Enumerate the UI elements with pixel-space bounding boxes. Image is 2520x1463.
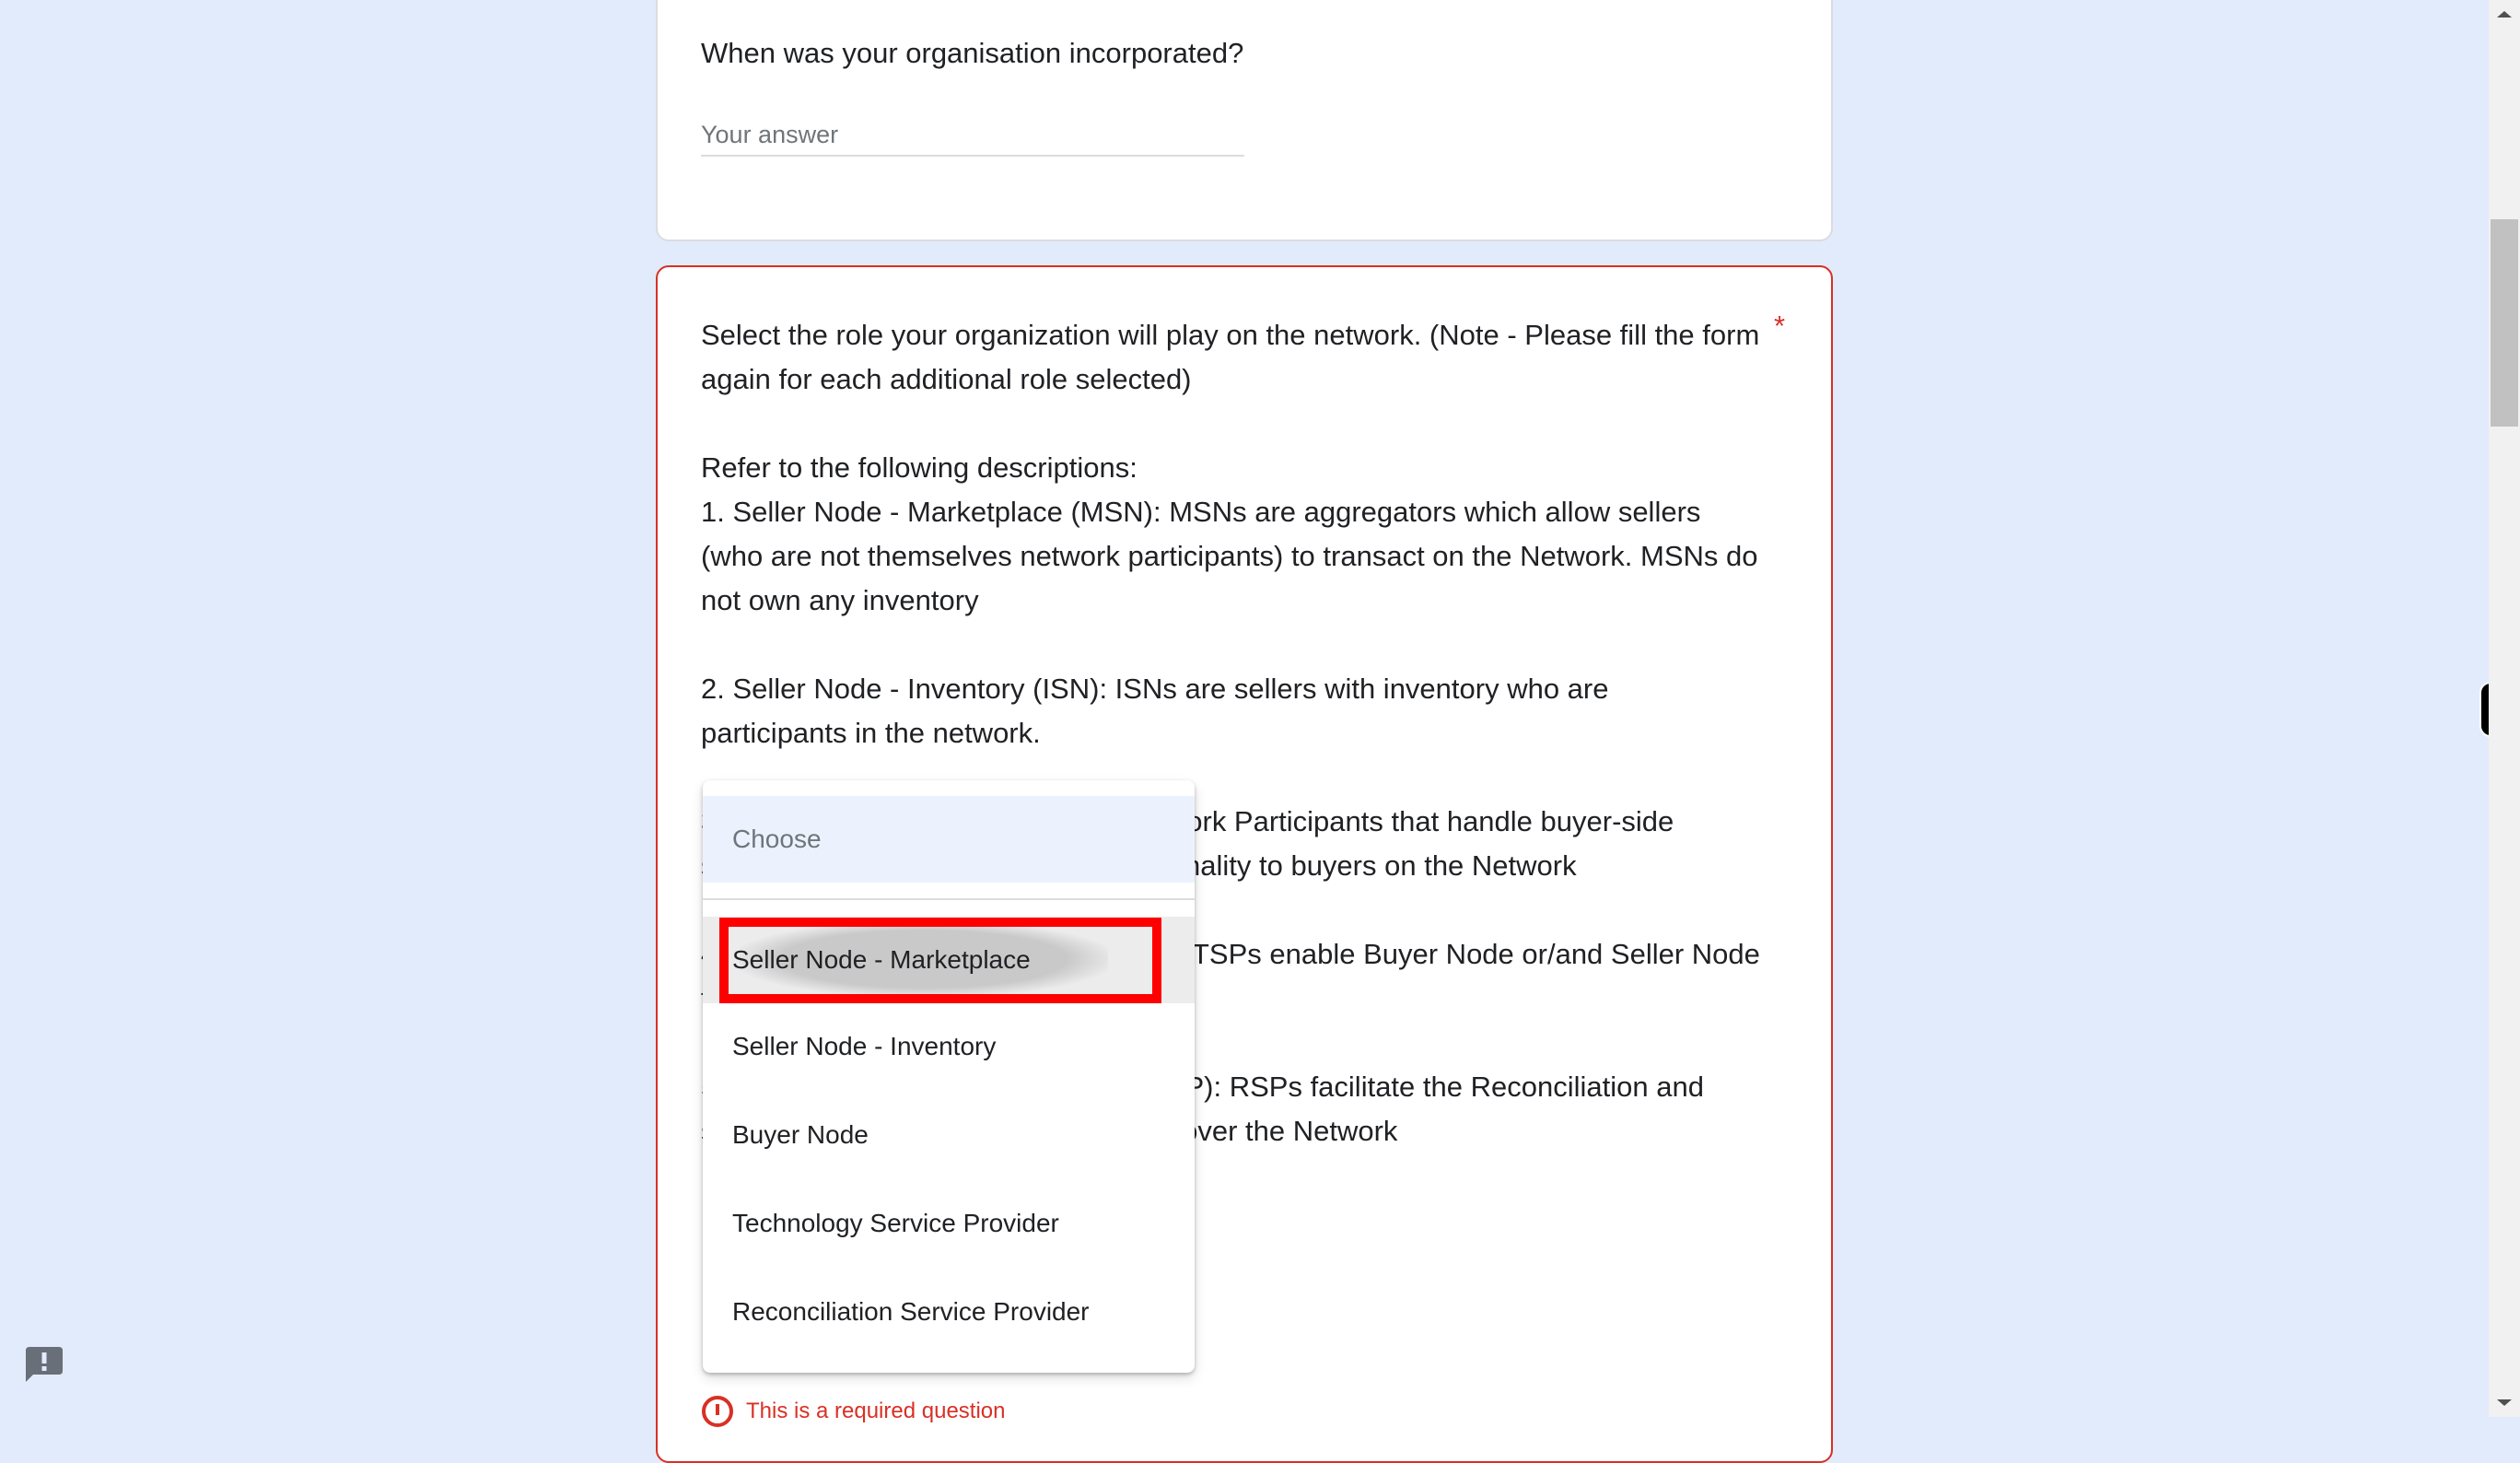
question-title: Select the role your organization will p… bbox=[701, 319, 1760, 395]
dropdown-option-buyer-node[interactable]: Buyer Node bbox=[703, 1092, 1195, 1178]
question-title: When was your organisation incorporated? bbox=[701, 37, 1244, 69]
option-label: Choose bbox=[732, 825, 822, 853]
dropdown-option-choose[interactable]: Choose bbox=[703, 796, 1195, 883]
dropdown-option-technology-service-provider[interactable]: Technology Service Provider bbox=[703, 1180, 1195, 1267]
description-line: Refer to the following descriptions: bbox=[701, 451, 1138, 484]
scroll-up-arrow-icon[interactable] bbox=[2497, 11, 2512, 18]
role-dropdown-menu[interactable]: Choose Seller Node - Marketplace Seller … bbox=[703, 780, 1195, 1373]
error-circle-icon bbox=[702, 1396, 733, 1427]
page-scrollbar[interactable] bbox=[2489, 0, 2520, 1417]
dropdown-divider bbox=[703, 898, 1195, 900]
option-label: Seller Node - Marketplace bbox=[732, 945, 1031, 974]
scroll-down-arrow-icon[interactable] bbox=[2497, 1399, 2512, 1406]
option-label: Buyer Node bbox=[732, 1120, 869, 1149]
dropdown-option-seller-node-marketplace[interactable]: Seller Node - Marketplace bbox=[703, 917, 1195, 1003]
option-label: Reconciliation Service Provider bbox=[732, 1297, 1090, 1326]
scrollbar-thumb[interactable] bbox=[2491, 219, 2518, 427]
answer-input[interactable] bbox=[701, 114, 1244, 157]
required-error: This is a required question bbox=[702, 1396, 1005, 1427]
description-line: 1. Seller Node - Marketplace (MSN): MSNs… bbox=[701, 496, 1758, 616]
question-card-incorporation: When was your organisation incorporated? bbox=[656, 0, 1833, 241]
dropdown-option-seller-node-inventory[interactable]: Seller Node - Inventory bbox=[703, 1003, 1195, 1090]
required-asterisk: * bbox=[1774, 310, 1786, 342]
option-label: Technology Service Provider bbox=[732, 1209, 1059, 1237]
error-text: This is a required question bbox=[746, 1399, 1006, 1423]
dropdown-option-reconciliation-service-provider[interactable]: Reconciliation Service Provider bbox=[703, 1269, 1195, 1355]
option-label: Seller Node - Inventory bbox=[732, 1032, 997, 1060]
description-line: 2. Seller Node - Inventory (ISN): ISNs a… bbox=[701, 673, 1609, 749]
feedback-icon bbox=[26, 1347, 63, 1382]
report-feedback-button[interactable] bbox=[24, 1345, 64, 1386]
